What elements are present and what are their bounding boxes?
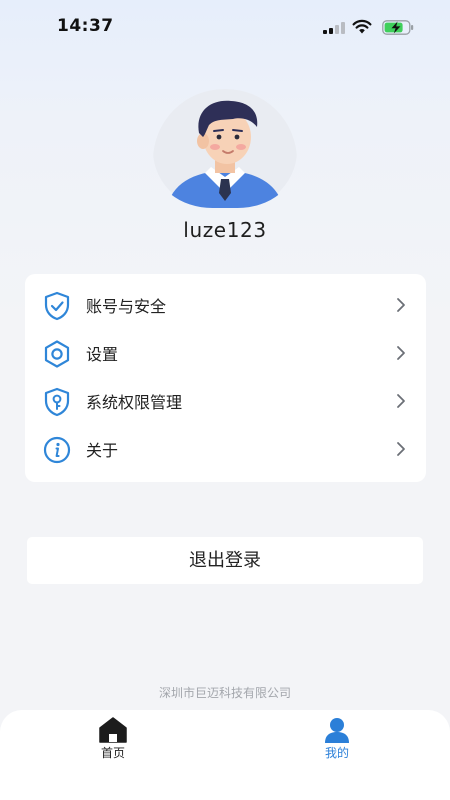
avatar[interactable] bbox=[153, 89, 297, 208]
tab-bar: 首页 我的 bbox=[0, 710, 450, 800]
cellular-signal-icon bbox=[323, 22, 345, 34]
info-icon bbox=[43, 436, 71, 464]
logout-button[interactable]: 退出登录 bbox=[27, 537, 423, 584]
shield-key-icon bbox=[44, 387, 70, 417]
menu-item-label: 关于 bbox=[86, 441, 119, 460]
home-icon bbox=[99, 717, 127, 743]
menu-item-about[interactable]: 关于 bbox=[25, 425, 426, 473]
menu-item-label: 系统权限管理 bbox=[86, 393, 183, 412]
menu-item-settings[interactable]: 设置 bbox=[25, 329, 426, 377]
tab-home[interactable]: 首页 bbox=[58, 710, 168, 770]
user-icon bbox=[325, 718, 349, 743]
wifi-icon bbox=[352, 19, 372, 34]
battery-charging-icon bbox=[382, 20, 414, 35]
menu-item-label: 账号与安全 bbox=[86, 297, 167, 316]
tab-mine[interactable]: 我的 bbox=[282, 710, 392, 770]
status-time: 14:37 bbox=[57, 16, 114, 36]
settings-hexagon-icon bbox=[44, 340, 70, 368]
menu-item-label: 设置 bbox=[86, 345, 119, 364]
chevron-right-icon bbox=[397, 298, 405, 312]
status-bar: 14:37 bbox=[0, 0, 450, 54]
menu-item-account-security[interactable]: 账号与安全 bbox=[25, 281, 426, 329]
chevron-right-icon bbox=[397, 346, 405, 360]
shield-check-icon bbox=[44, 291, 70, 321]
company-name: 深圳市巨迈科技有限公司 bbox=[158, 686, 291, 700]
username: luze123 bbox=[183, 218, 267, 242]
tab-label: 我的 bbox=[324, 746, 349, 760]
menu-card: 账号与安全 设置 系统权限管理 关于 bbox=[25, 274, 426, 482]
chevron-right-icon bbox=[397, 442, 405, 456]
chevron-right-icon bbox=[397, 394, 405, 408]
tab-label: 首页 bbox=[100, 746, 125, 760]
menu-item-permissions[interactable]: 系统权限管理 bbox=[25, 377, 426, 425]
